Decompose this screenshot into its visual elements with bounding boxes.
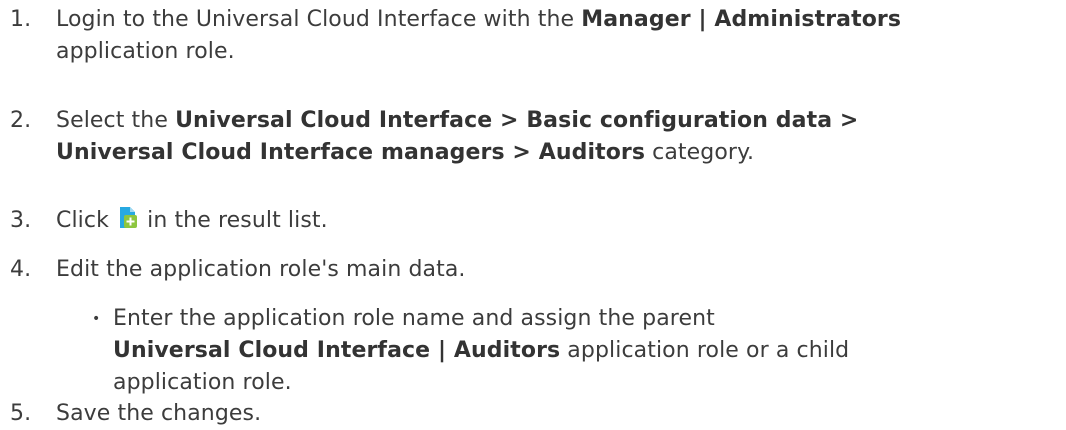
- step-text: Click in the result list.: [56, 205, 328, 237]
- ui-term: Universal Cloud Interface | Auditors: [113, 338, 561, 363]
- text-run: category.: [645, 140, 755, 165]
- text-run: Click: [56, 208, 117, 233]
- step-text: Save the changes.: [56, 401, 262, 426]
- text-run: in the result list.: [140, 208, 328, 233]
- bullet-line: application role.: [113, 370, 292, 395]
- ui-term: Manager | Administrators: [581, 7, 902, 32]
- text-run: Login to the Universal Cloud Interface w…: [56, 7, 582, 32]
- ui-term: Universal Cloud Interface managers > Aud…: [56, 140, 646, 165]
- text-run: Select the: [56, 108, 176, 133]
- step-line: Login to the Universal Cloud Interface w…: [56, 4, 901, 36]
- bullet-line: Universal Cloud Interface | Auditors app…: [113, 335, 849, 367]
- step-text: Edit the application role's main data.: [56, 257, 466, 282]
- bullet-line: Enter the application role name and assi…: [113, 306, 715, 331]
- step-number: 1.: [10, 7, 32, 32]
- step-line: application role.: [56, 39, 235, 64]
- step-number: 5.: [10, 401, 32, 426]
- step-text: Login to the Universal Cloud Interface w…: [56, 4, 901, 68]
- bullet-text: Enter the application role name and assi…: [113, 303, 849, 399]
- step-number: 3.: [10, 208, 32, 233]
- step-number: 2.: [10, 108, 32, 133]
- add-document-icon: [118, 206, 138, 230]
- text-run: application role or a child: [560, 338, 850, 363]
- step-number: 4.: [10, 257, 32, 282]
- step-line: Select the Universal Cloud Interface > B…: [56, 105, 858, 137]
- step-line: Universal Cloud Interface managers > Aud…: [56, 137, 858, 169]
- bullet-dot: •: [92, 311, 101, 327]
- ui-term: Universal Cloud Interface > Basic config…: [175, 108, 859, 133]
- step-text: Select the Universal Cloud Interface > B…: [56, 105, 858, 169]
